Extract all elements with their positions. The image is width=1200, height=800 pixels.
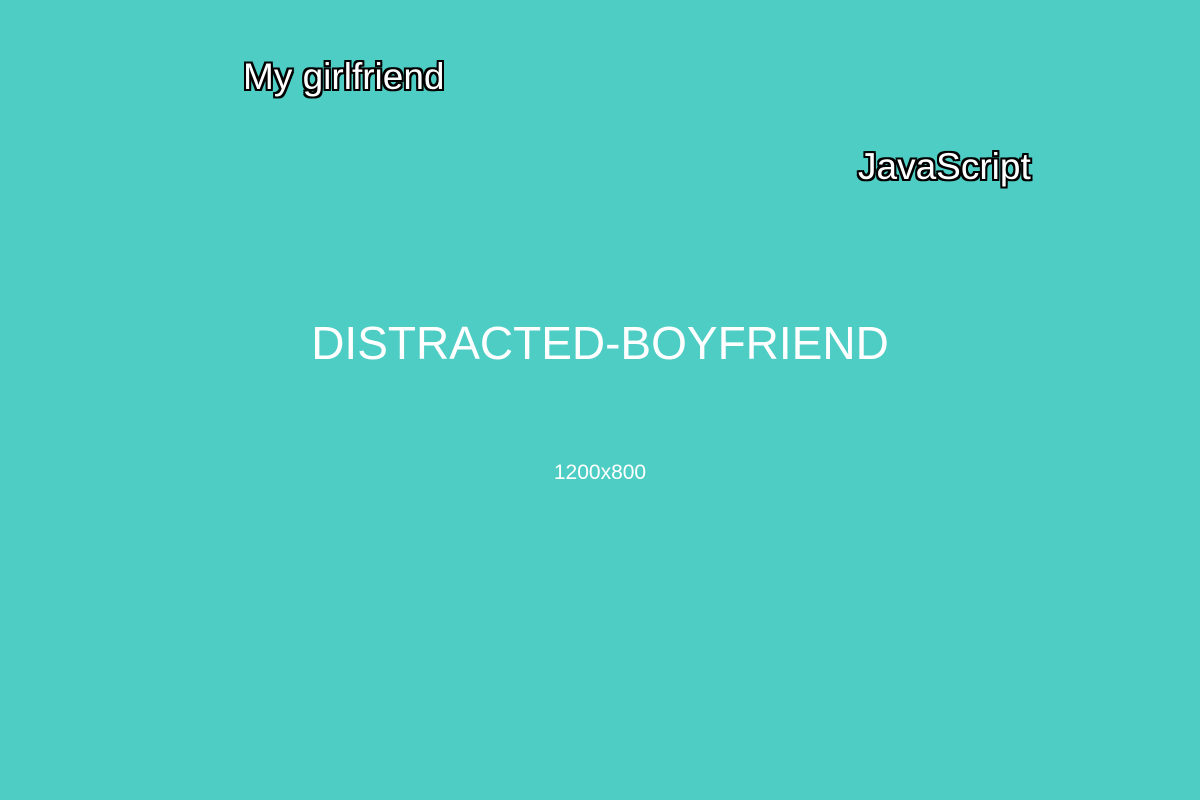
meme-canvas: My girlfriend JavaScript DISTRACTED-BOYF…: [0, 0, 1200, 800]
template-name-label: DISTRACTED-BOYFRIEND: [311, 317, 889, 369]
caption-javascript: JavaScript: [858, 146, 1031, 187]
caption-girlfriend: My girlfriend: [243, 56, 445, 97]
dimensions-label: 1200x800: [553, 461, 647, 484]
